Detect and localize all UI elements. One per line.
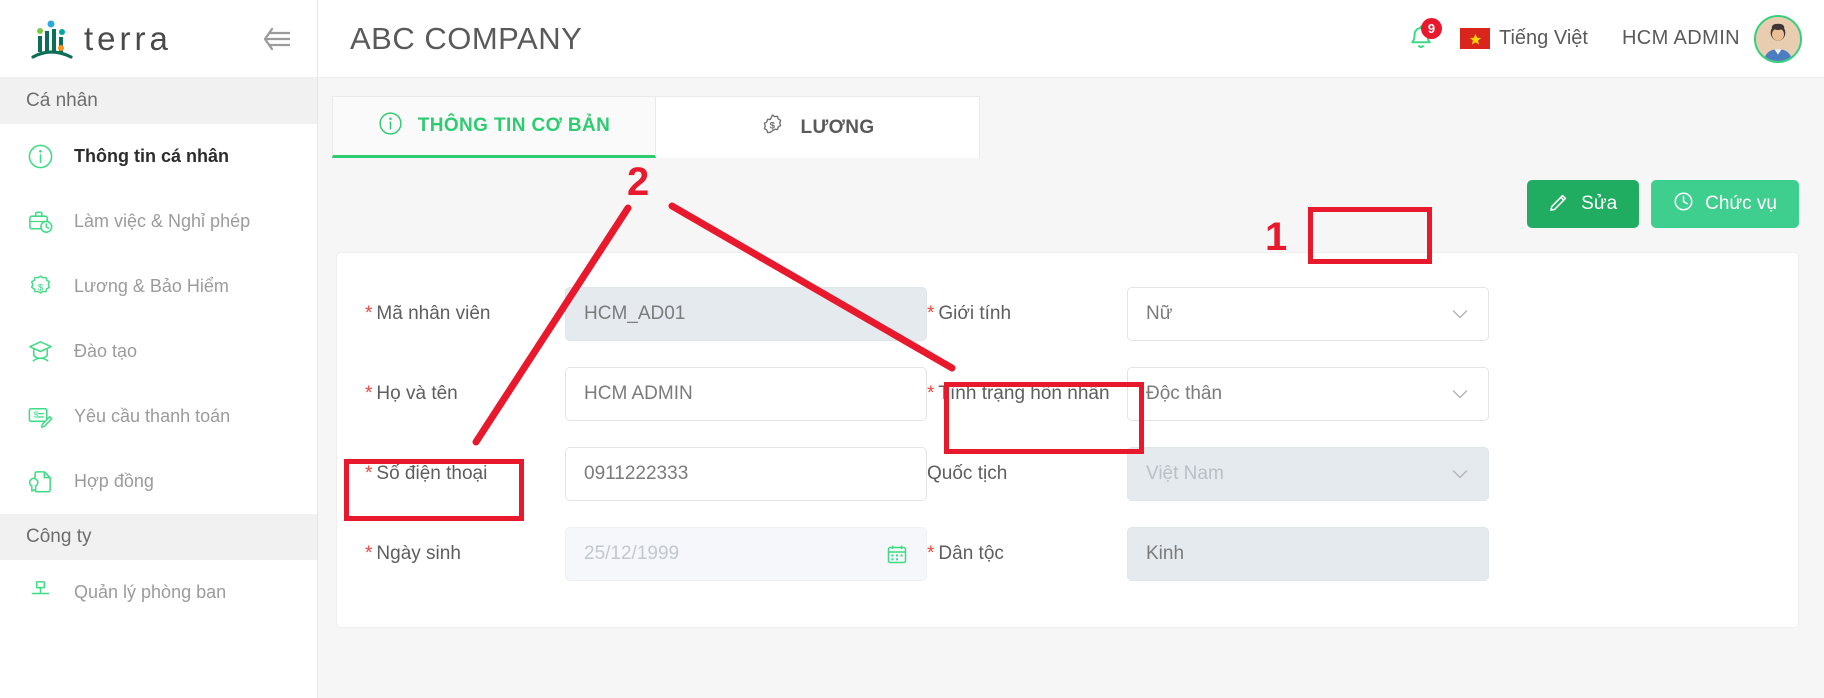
language-label: Tiếng Việt: [1499, 27, 1588, 49]
top-bar: ABC COMPANY 9 Tiếng Việt HCM ADMIN: [318, 0, 1824, 78]
sidebar-item-dao-tao[interactable]: Đào tạo: [0, 319, 317, 384]
clock-icon: [1673, 191, 1694, 218]
action-row: Sửa Chức vụ: [318, 158, 1824, 228]
field-label-gioi-tinh: * Giới tính: [927, 303, 1012, 324]
language-switcher[interactable]: Tiếng Việt: [1460, 27, 1588, 50]
collapse-menu-icon[interactable]: [261, 22, 295, 56]
sidebar-item-label: Đào tạo: [74, 341, 138, 361]
sidebar-item-quan-ly-phong-ban[interactable]: Quản lý phòng ban: [0, 560, 317, 625]
required-asterisk: *: [927, 303, 935, 324]
field-value: Việt Nam: [1146, 463, 1224, 484]
field-value: Nữ: [1146, 303, 1173, 324]
field-so-dien-thoai[interactable]: 0911222333: [565, 447, 927, 501]
graduation-cap-icon: [26, 338, 54, 366]
user-name-label[interactable]: HCM ADMIN: [1622, 27, 1740, 50]
briefcase-clock-icon: [26, 208, 54, 236]
info-circle-icon: [26, 143, 54, 171]
edit-button[interactable]: Sửa: [1527, 180, 1640, 228]
dollar-badge-icon: $: [760, 112, 785, 143]
role-button-label: Chức vụ: [1705, 193, 1777, 214]
sidebar-item-lam-viec-nghi-phep[interactable]: Làm việc & Nghỉ phép: [0, 189, 317, 254]
field-ngay-sinh[interactable]: 25/12/1999: [565, 527, 927, 581]
sidebar-section-company: Công ty: [0, 514, 317, 560]
brand-name: terra: [84, 20, 172, 57]
main-area: ABC COMPANY 9 Tiếng Việt HCM ADMIN THÔNG…: [318, 0, 1824, 698]
field-value: Độc thân: [1146, 383, 1223, 404]
notification-badge: 9: [1421, 17, 1442, 39]
tab-label: THÔNG TIN CƠ BẢN: [417, 115, 611, 136]
field-dan-toc[interactable]: Kinh: [1127, 527, 1489, 581]
field-label-ngay-sinh: * Ngày sinh: [365, 543, 461, 564]
field-value: 25/12/1999: [584, 543, 680, 564]
edit-button-label: Sửa: [1581, 193, 1618, 214]
field-value: 0911222333: [584, 463, 689, 484]
field-value: HCM ADMIN: [584, 383, 693, 404]
field-label-dan-toc: * Dân tộc: [927, 543, 1004, 564]
avatar[interactable]: [1754, 14, 1802, 63]
field-label-so-dien-thoai: * Số điện thoại: [365, 463, 488, 484]
tab-thong-tin-co-ban[interactable]: THÔNG TIN CƠ BẢN: [332, 96, 656, 158]
sidebar-item-label: Làm việc & Nghỉ phép: [74, 211, 251, 231]
required-asterisk: *: [927, 383, 935, 404]
field-value: HCM_AD01: [584, 303, 686, 324]
required-asterisk: *: [365, 383, 373, 404]
field-tinh-trang-hon-nhan[interactable]: Độc thân: [1127, 367, 1489, 421]
required-asterisk: *: [365, 303, 373, 324]
sidebar-item-label: Quản lý phòng ban: [74, 582, 227, 602]
basic-info-form: * Mã nhân viên HCM_AD01 * Giới tính Nữ *…: [336, 252, 1799, 628]
field-label-quoc-tich: Quốc tịch: [927, 463, 1008, 484]
field-ho-va-ten[interactable]: HCM ADMIN: [565, 367, 927, 421]
sidebar-item-label: Yêu cầu thanh toán: [74, 406, 231, 426]
role-button[interactable]: Chức vụ: [1651, 180, 1799, 228]
sidebar-section-personal: Cá nhân: [0, 78, 317, 124]
field-gioi-tinh[interactable]: Nữ: [1127, 287, 1489, 341]
sidebar-item-label: Thông tin cá nhân: [74, 146, 229, 166]
field-value: Kinh: [1146, 543, 1185, 564]
tab-bar: THÔNG TIN CƠ BẢN $ LƯƠNG: [318, 78, 1824, 158]
chevron-down-icon[interactable]: [1450, 464, 1470, 484]
field-label-ma-nhan-vien: * Mã nhân viên: [365, 303, 491, 324]
dollar-badge-icon: $: [26, 273, 54, 301]
svg-text:$: $: [37, 282, 43, 293]
sidebar-item-yeu-cau-thanh-toan[interactable]: $ Yêu cầu thanh toán: [0, 384, 317, 449]
sidebar-item-hop-dong[interactable]: Hợp đồng: [0, 449, 317, 514]
field-label-ho-va-ten: * Họ và tên: [365, 383, 458, 404]
vietnam-flag-icon: [1460, 28, 1490, 49]
contract-seal-icon: [26, 468, 54, 496]
chevron-down-icon[interactable]: [1450, 304, 1470, 324]
field-label-tinh-trang-hon-nhan: * Tình trạng hôn nhân: [927, 383, 1110, 404]
page-title: ABC COMPANY: [350, 20, 583, 56]
svg-text:$: $: [770, 120, 776, 131]
tab-luong[interactable]: $ LƯƠNG: [656, 96, 980, 158]
chevron-down-icon[interactable]: [1450, 384, 1470, 404]
required-asterisk: *: [927, 543, 935, 564]
calendar-icon[interactable]: [886, 543, 908, 565]
sidebar-item-luong-bao-hiem[interactable]: $ Lương & Bảo Hiểm: [0, 254, 317, 319]
sidebar: terra Cá nhân Thông tin cá nhân Làm việc…: [0, 0, 318, 698]
info-circle-icon: [378, 111, 403, 142]
invoice-edit-icon: $: [26, 403, 54, 431]
field-ma-nhan-vien[interactable]: HCM_AD01: [565, 287, 927, 341]
required-asterisk: *: [365, 543, 373, 564]
org-node-icon: [26, 579, 54, 607]
sidebar-item-label: Lương & Bảo Hiểm: [74, 276, 229, 296]
sidebar-item-label: Hợp đồng: [74, 471, 154, 491]
notification-bell-button[interactable]: 9: [1398, 16, 1444, 62]
field-quoc-tich[interactable]: Việt Nam: [1127, 447, 1489, 501]
tab-label: LƯƠNG: [800, 116, 875, 138]
top-bar-right: 9 Tiếng Việt HCM ADMIN: [1398, 14, 1802, 63]
sidebar-item-thong-tin-ca-nhan[interactable]: Thông tin cá nhân: [0, 124, 317, 189]
pencil-icon: [1549, 191, 1570, 218]
required-asterisk: *: [365, 463, 373, 484]
brand-row: terra: [0, 0, 317, 78]
terra-logo-icon: [26, 16, 78, 62]
svg-text:$: $: [33, 410, 38, 419]
